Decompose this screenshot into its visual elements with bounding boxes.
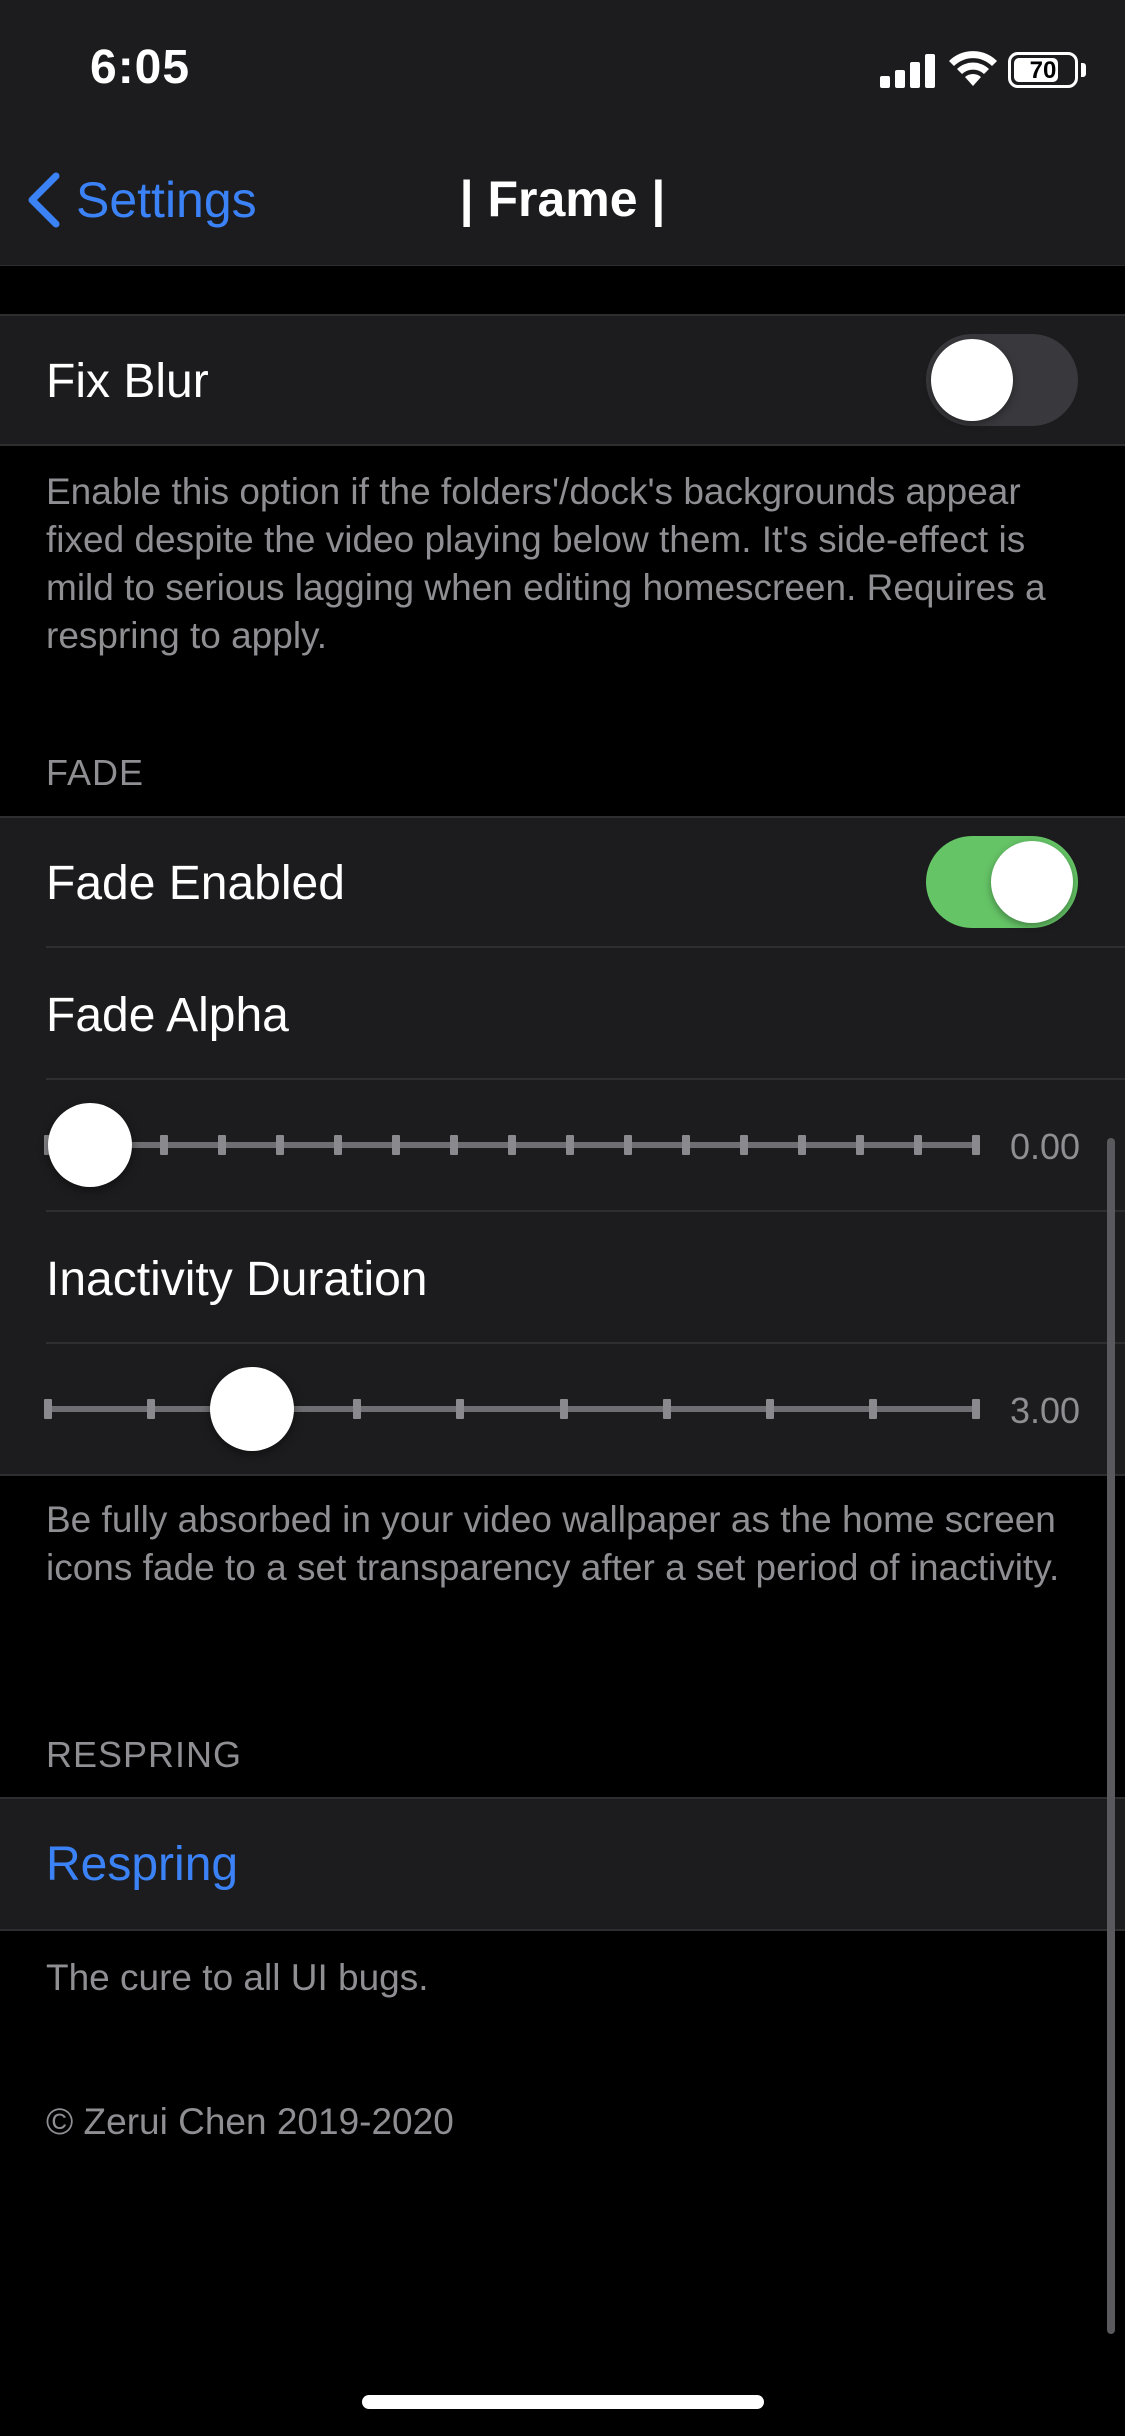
fade-alpha-value: 0.00 <box>1010 1126 1080 1167</box>
page-title: | Frame | <box>459 171 666 227</box>
fade-alpha-slider[interactable] <box>0 1080 1125 1210</box>
slider-tick <box>682 1135 690 1155</box>
toggle-knob <box>931 339 1013 421</box>
navigation-bar: Settings | Frame | <box>0 140 1125 266</box>
slider-thumb[interactable] <box>48 1103 132 1187</box>
respring-button[interactable]: Respring <box>46 1837 238 1892</box>
slider-tick <box>856 1135 864 1155</box>
fix-blur-footer: Enable this option if the folders'/dock'… <box>46 471 1046 656</box>
slider-tick <box>972 1399 980 1419</box>
battery-cap <box>1081 63 1086 77</box>
slider-tick <box>456 1399 465 1419</box>
slider-tick <box>276 1135 284 1155</box>
slider-tick <box>662 1399 671 1419</box>
respring-footer: The cure to all UI bugs. <box>46 1957 429 1998</box>
slider-tick <box>624 1135 632 1155</box>
slider-tick <box>914 1135 922 1155</box>
fix-blur-toggle[interactable] <box>926 334 1078 426</box>
slider-tick <box>44 1399 52 1419</box>
slider-track <box>48 1406 976 1412</box>
slider-tick <box>392 1135 400 1155</box>
slider-tick <box>566 1135 574 1155</box>
slider-tick <box>559 1399 568 1419</box>
group-bottom-separator <box>0 1929 1125 1931</box>
inactivity-duration-value: 3.00 <box>1010 1390 1080 1431</box>
fix-blur-label: Fix Blur <box>46 355 209 408</box>
slider-tick <box>353 1399 362 1419</box>
battery-icon: 70 <box>1008 52 1078 88</box>
inactivity-duration-label: Inactivity Duration <box>46 1253 428 1306</box>
nav-divider <box>0 265 1125 266</box>
slider-tick <box>160 1135 168 1155</box>
row-separator <box>46 1210 1125 1212</box>
slider-tick <box>450 1135 458 1155</box>
fade-enabled-toggle[interactable] <box>926 836 1078 928</box>
inactivity-duration-slider[interactable] <box>0 1344 1125 1474</box>
toggle-knob <box>991 841 1073 923</box>
slider-tick <box>740 1135 748 1155</box>
fix-blur-row: Fix Blur <box>0 316 1125 444</box>
wifi-icon <box>949 51 997 86</box>
slider-tick <box>868 1399 877 1419</box>
fade-alpha-label: Fade Alpha <box>46 989 289 1042</box>
fade-group: Fade Enabled Fade Alpha 0.00 Inactivity … <box>0 818 1125 1474</box>
status-time: 6:05 <box>90 41 191 94</box>
respring-row[interactable]: Respring <box>0 1799 1125 1929</box>
slider-tick <box>334 1135 342 1155</box>
status-bar: 6:05 70 <box>0 0 1125 140</box>
slider-thumb[interactable] <box>210 1367 295 1451</box>
slider-tick <box>765 1399 774 1419</box>
group-bottom-separator <box>0 444 1125 446</box>
top-bar: 6:05 70 Settings | Frame | <box>0 0 1125 266</box>
slider-tick <box>218 1135 226 1155</box>
scroll-indicator[interactable] <box>1107 1138 1115 2334</box>
group-bottom-separator <box>0 1474 1125 1476</box>
copyright-text: © Zerui Chen 2019-2020 <box>46 2101 454 2142</box>
respring-section-header: RESPRING <box>46 1734 243 1775</box>
cellular-signal-icon <box>880 52 936 88</box>
row-separator <box>46 946 1125 948</box>
fade-enabled-label: Fade Enabled <box>46 857 345 910</box>
fade-footer: Be fully absorbed in your video wallpape… <box>46 1499 1060 1588</box>
home-indicator[interactable] <box>362 2395 764 2409</box>
slider-tick <box>798 1135 806 1155</box>
slider-tick <box>147 1399 156 1419</box>
battery-level-text: 70 <box>1029 57 1057 84</box>
slider-tick <box>508 1135 516 1155</box>
fade-section-header: FADE <box>46 752 145 793</box>
slider-tick <box>972 1135 980 1155</box>
